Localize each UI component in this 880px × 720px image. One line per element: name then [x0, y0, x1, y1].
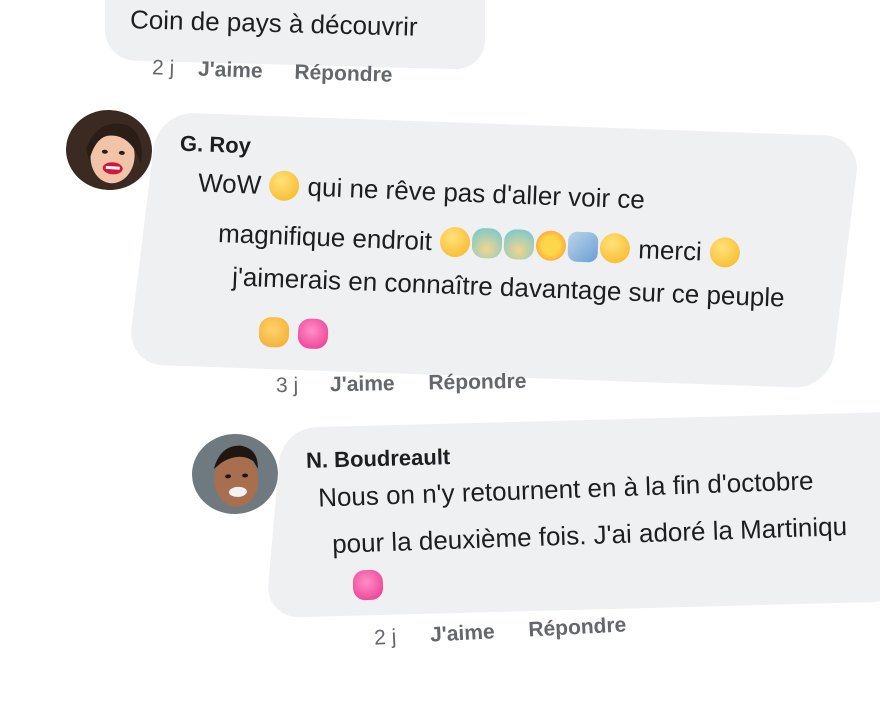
comment-2-reply-button[interactable]: Répondre	[428, 370, 526, 396]
comment-2-line-2-b: merci	[637, 234, 703, 267]
comment-2-actions: 3 j J'aime Répondre	[276, 370, 527, 398]
emoji-hearts-face-icon	[297, 318, 329, 350]
emoji-sun-icon	[535, 230, 567, 262]
emoji-surprised-icon	[268, 170, 300, 202]
emoji-two-hearts-icon	[352, 569, 384, 601]
comment-2-author[interactable]: G. Roy	[180, 131, 252, 159]
emoji-island-icon	[471, 227, 503, 259]
comment-3-reply-button[interactable]: Répondre	[528, 613, 627, 642]
avatar-g-roy[interactable]	[63, 107, 155, 193]
avatar-n-boudreault[interactable]	[189, 431, 281, 517]
emoji-smile-icon	[709, 236, 741, 268]
comment-2-line-1-a: WoW	[197, 167, 262, 200]
emoji-umbrella-icon	[503, 228, 535, 261]
comment-2-like-button[interactable]: J'aime	[330, 372, 395, 397]
comment-3-time: 2 j	[373, 625, 397, 650]
comment-3-actions: 2 j J'aime Répondre	[374, 613, 627, 650]
comment-thread: Coin de pays à découvrir 2 j J'aime Répo…	[0, 0, 880, 720]
avatar-n-boudreault-icon	[189, 431, 281, 517]
comment-3-line-3	[351, 569, 384, 601]
comment-1-like-button[interactable]: J'aime	[198, 58, 263, 84]
comment-3-author[interactable]: N. Boudreault	[306, 444, 451, 474]
emoji-heart-eyes-icon	[599, 232, 631, 264]
comment-1-time: 2 j	[151, 56, 175, 80]
comment-3-like-button[interactable]: J'aime	[429, 620, 495, 647]
emoji-hug-icon	[439, 226, 471, 258]
comment-2-time: 3 j	[275, 373, 299, 398]
emoji-plane-icon	[567, 231, 599, 263]
emoji-crossed-fingers-icon	[258, 316, 290, 348]
comment-1-reply-button[interactable]: Répondre	[294, 61, 393, 88]
avatar-g-roy-icon	[63, 107, 155, 193]
comment-2-line-4	[257, 316, 329, 351]
